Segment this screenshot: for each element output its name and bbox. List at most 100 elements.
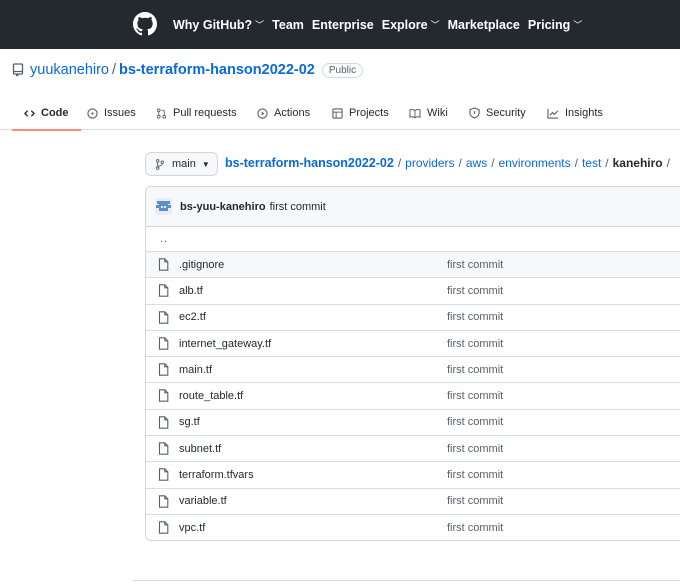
file-commit-message-link[interactable]: first commit (447, 416, 503, 428)
file-icon (158, 284, 169, 298)
nav-label: Team (272, 17, 304, 32)
file-name-link[interactable]: sg.tf (179, 416, 200, 428)
file-commit-message-link[interactable]: first commit (447, 311, 503, 323)
file-icon (158, 337, 169, 350)
branch-selector[interactable]: main ▼ (145, 152, 218, 176)
global-header: Why GitHub? ﹀ Team Enterprise Explore ﹀ Ma… (0, 0, 680, 49)
file-row[interactable]: subnet.tf first commit (146, 436, 680, 463)
file-row[interactable]: ec2.tf first commit (146, 305, 680, 331)
commit-author-link[interactable]: bs-yuu-kanehiro (180, 201, 266, 213)
nav-label: Marketplace (447, 17, 520, 32)
file-icon (158, 521, 169, 534)
nav-why-github[interactable]: Why GitHub? ﹀ (173, 18, 264, 32)
repo-tabs: Code Issues Pull requests Actions Projec… (0, 96, 680, 131)
graph-icon (547, 108, 559, 119)
breadcrumb-link-providers[interactable]: providers (405, 156, 454, 170)
nav-marketplace[interactable]: Marketplace (448, 18, 520, 32)
file-rows: .gitignore first commit alb.tf first commit… (146, 252, 680, 540)
file-row[interactable]: sg.tf first commit (146, 410, 680, 437)
issue-icon (87, 107, 98, 119)
tab-wiki[interactable]: Wiki (409, 96, 448, 130)
file-name-link[interactable]: vpc.tf (179, 522, 205, 534)
chevron-down-icon: ﹀ (573, 20, 583, 30)
tab-label: Security (486, 107, 526, 119)
caret-down-icon: ▼ (201, 159, 210, 169)
breadcrumb-separator: / (491, 156, 495, 170)
git-branch-icon (155, 158, 165, 170)
global-nav: Why GitHub? ﹀ Team Enterprise Explore ﹀ Ma… (173, 0, 590, 49)
repo-title: yuukanehiro / bs-terraform-hanson2022-02… (12, 62, 364, 78)
tab-pull-requests[interactable]: Pull requests (156, 96, 237, 130)
nav-label: Explore (381, 17, 428, 32)
avatar[interactable] (155, 198, 172, 215)
file-list: bs-yuu-kanehiro first commit .. .gitigno… (145, 186, 680, 541)
tab-label: Code (41, 107, 69, 119)
nav-label: Why GitHub? (173, 17, 253, 32)
tab-issues[interactable]: Issues (87, 96, 136, 130)
file-commit-message-link[interactable]: first commit (447, 495, 503, 507)
file-name-link[interactable]: subnet.tf (179, 443, 221, 455)
file-name-link[interactable]: route_table.tf (179, 390, 243, 402)
file-row[interactable]: internet_gateway.tf first commit (146, 331, 680, 358)
table-icon (332, 107, 343, 119)
nav-label: Pricing (527, 17, 571, 32)
breadcrumb-link-test[interactable]: test (582, 156, 601, 170)
chevron-down-icon: ﹀ (430, 20, 440, 30)
nav-enterprise[interactable]: Enterprise (312, 18, 374, 32)
file-commit-message-link[interactable]: first commit (447, 285, 503, 297)
file-commit-message-link[interactable]: first commit (447, 522, 503, 534)
file-row[interactable]: .gitignore first commit (146, 252, 680, 279)
latest-commit-bar: bs-yuu-kanehiro first commit (146, 187, 680, 227)
play-icon (257, 107, 268, 119)
repo-name-link[interactable]: bs-terraform-hanson2022-02 (119, 62, 315, 78)
file-name-link[interactable]: alb.tf (179, 285, 203, 297)
file-commit-message-link[interactable]: first commit (447, 364, 503, 376)
repo-owner-link[interactable]: yuukanehiro (30, 62, 109, 78)
parent-directory-link[interactable]: .. (146, 227, 680, 252)
file-commit-message-link[interactable]: first commit (447, 338, 503, 350)
breadcrumb-link-environments[interactable]: environments (499, 156, 571, 170)
file-name-link[interactable]: .gitignore (179, 259, 224, 271)
nav-explore[interactable]: Explore ﹀ (382, 18, 440, 32)
file-name-link[interactable]: variable.tf (179, 495, 227, 507)
file-commit-message-link[interactable]: first commit (447, 469, 503, 481)
file-commit-message-link[interactable]: first commit (447, 390, 503, 402)
pull-request-icon (156, 107, 167, 119)
file-name-link[interactable]: internet_gateway.tf (179, 338, 271, 350)
tab-label: Actions (274, 107, 311, 119)
tab-projects[interactable]: Projects (332, 96, 389, 130)
path-separator: / (112, 62, 117, 78)
tab-code[interactable]: Code (12, 96, 80, 131)
file-row[interactable]: terraform.tfvars first commit (146, 462, 680, 489)
breadcrumb-repo-link[interactable]: bs-terraform-hanson2022-02 (225, 156, 394, 170)
tab-label: Pull requests (173, 107, 237, 119)
file-name-link[interactable]: terraform.tfvars (179, 469, 254, 481)
file-icon (158, 389, 169, 403)
file-row[interactable]: alb.tf first commit (146, 278, 680, 305)
file-name-link[interactable]: ec2.tf (179, 311, 206, 323)
breadcrumb-link-aws[interactable]: aws (466, 156, 487, 170)
tab-actions[interactable]: Actions (257, 96, 310, 130)
file-commit-message-link[interactable]: first commit (447, 443, 503, 455)
tab-label: Issues (104, 107, 136, 119)
file-row[interactable]: route_table.tf first commit (146, 383, 680, 410)
github-mark-icon[interactable] (133, 12, 157, 36)
nav-pricing[interactable]: Pricing ﹀ (528, 18, 582, 32)
file-name-link[interactable]: main.tf (179, 364, 212, 376)
breadcrumb-separator: / (666, 156, 670, 170)
tab-insights[interactable]: Insights (547, 96, 603, 130)
file-icon (158, 494, 169, 508)
file-commit-message-link[interactable]: first commit (447, 259, 503, 271)
branch-label: main (172, 158, 196, 170)
file-icon (158, 363, 169, 376)
commit-message-link[interactable]: first commit (270, 201, 326, 213)
breadcrumb-current: kanehiro (612, 156, 663, 170)
tab-security[interactable]: Security (469, 96, 526, 130)
shield-icon (469, 107, 480, 119)
file-row[interactable]: vpc.tf first commit (146, 515, 680, 540)
file-icon (158, 258, 169, 271)
file-row[interactable]: variable.tf first commit (146, 489, 680, 515)
code-icon (24, 109, 35, 117)
file-row[interactable]: main.tf first commit (146, 357, 680, 384)
nav-team[interactable]: Team (272, 18, 304, 32)
